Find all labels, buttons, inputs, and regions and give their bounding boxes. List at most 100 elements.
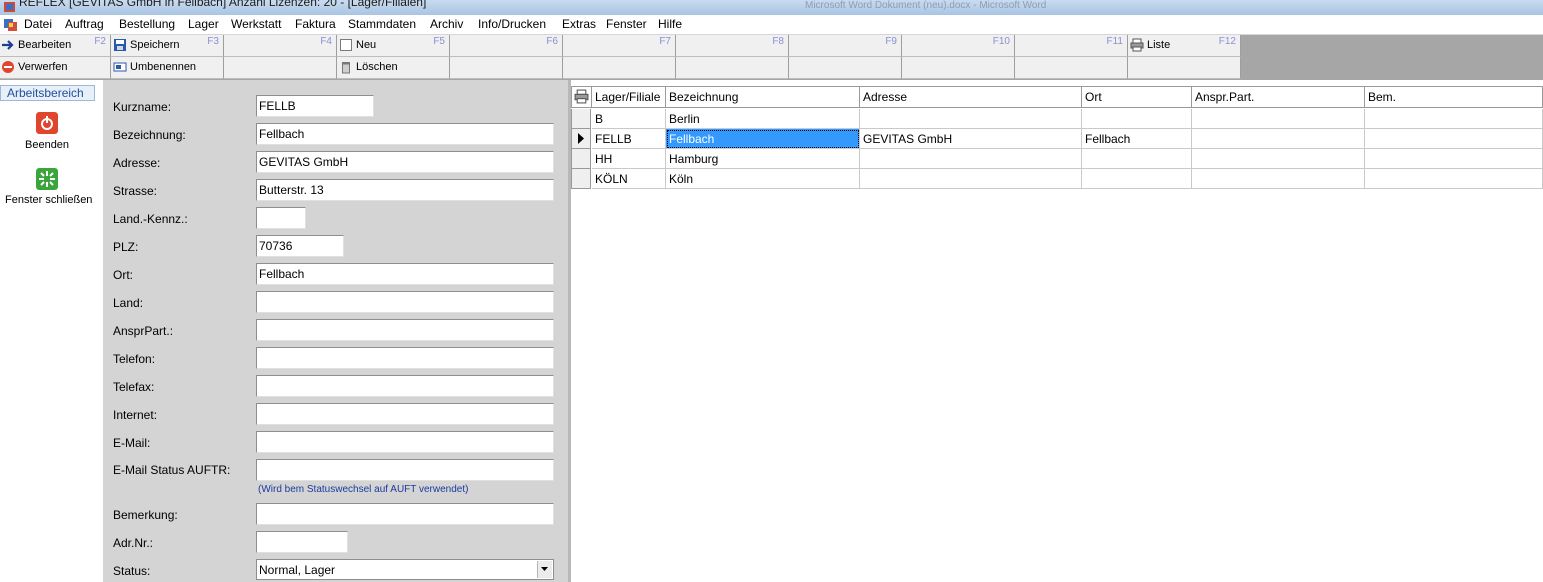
toolbar-empty-cell[interactable]: [676, 57, 789, 79]
f8-button[interactable]: F8: [676, 35, 789, 57]
neu-button[interactable]: Neu F5: [337, 35, 450, 57]
table-row-cell[interactable]: [860, 109, 1082, 129]
strasse-input[interactable]: [256, 179, 554, 201]
anspr-part-input[interactable]: [256, 319, 554, 341]
bemerkung-input[interactable]: [256, 503, 554, 525]
kurzname-input[interactable]: [256, 95, 374, 117]
table-row-cell[interactable]: B: [592, 109, 666, 129]
table-row-cell[interactable]: [860, 149, 1082, 169]
land-input[interactable]: [256, 291, 554, 313]
table-row-cell[interactable]: [1082, 109, 1192, 129]
f10-button[interactable]: F10: [902, 35, 1015, 57]
column-header-adresse[interactable]: Adresse: [860, 86, 1082, 108]
f7-button[interactable]: F7: [563, 35, 676, 57]
table-row-cell[interactable]: FELLB: [592, 129, 666, 149]
toolbar-empty-cell[interactable]: [563, 57, 676, 79]
adr-nr-input[interactable]: [256, 531, 348, 553]
table-row-cell[interactable]: HH: [592, 149, 666, 169]
table-row-cell-selected[interactable]: Fellbach: [666, 129, 860, 149]
f6-button[interactable]: F6: [450, 35, 563, 57]
f11-button[interactable]: F11: [1015, 35, 1128, 57]
label-telefon: Telefon:: [113, 352, 156, 366]
menu-hilfe[interactable]: Hilfe: [658, 17, 682, 31]
f9-button[interactable]: F9: [789, 35, 902, 57]
detail-form: Kurzname: Bezeichnung: Adresse: Strasse:…: [103, 80, 568, 582]
label-bezeichnung: Bezeichnung:: [113, 128, 186, 142]
bearbeiten-button[interactable]: Bearbeiten F2: [0, 35, 111, 57]
table-row-cell[interactable]: KÖLN: [592, 169, 666, 189]
f4-button[interactable]: F4: [224, 35, 337, 57]
table-row-cell[interactable]: GEVITAS GmbH: [860, 129, 1082, 149]
toolbar-empty-cell[interactable]: [902, 57, 1015, 79]
app-icon: [4, 2, 15, 12]
fenster-schliessen-button[interactable]: Fenster schließen: [5, 194, 92, 206]
table-row-cell[interactable]: [1365, 109, 1543, 129]
menu-bar: Datei Auftrag Bestellung Lager Werkstatt…: [0, 15, 1543, 35]
table-row-cell[interactable]: [1192, 149, 1365, 169]
row-indicator[interactable]: [571, 169, 591, 189]
column-header-bem[interactable]: Bem.: [1365, 86, 1543, 108]
toolbar-empty-cell[interactable]: [1128, 57, 1241, 79]
table-row-cell[interactable]: [1365, 169, 1543, 189]
title-bar: REFLEX [GEVITAS GmbH in Fellbach] Anzahl…: [0, 0, 1543, 15]
column-header-lager-filiale[interactable]: Lager/Filiale: [592, 86, 666, 108]
menu-bestellung[interactable]: Bestellung: [119, 17, 175, 31]
menu-auftrag[interactable]: Auftrag: [65, 17, 104, 31]
land-kennz-input[interactable]: [256, 207, 306, 229]
toolbar-empty-cell[interactable]: [1015, 57, 1128, 79]
speichern-button[interactable]: Speichern F3: [111, 35, 224, 57]
menu-lager[interactable]: Lager: [188, 17, 219, 31]
liste-button[interactable]: Liste F12: [1128, 35, 1241, 57]
new-document-icon: [340, 39, 352, 51]
loeschen-button[interactable]: Löschen: [337, 57, 450, 79]
toolbar-empty-cell[interactable]: [789, 57, 902, 79]
column-header-bezeichnung[interactable]: Bezeichnung: [666, 86, 860, 108]
menu-extras[interactable]: Extras: [562, 17, 596, 31]
table-row-cell[interactable]: [1365, 129, 1543, 149]
plz-input[interactable]: [256, 235, 344, 257]
close-window-icon[interactable]: [36, 168, 58, 190]
table-row-cell[interactable]: [1192, 169, 1365, 189]
table-row-cell[interactable]: Hamburg: [666, 149, 860, 169]
email-status-input[interactable]: [256, 459, 554, 481]
bezeichnung-input[interactable]: [256, 123, 554, 145]
umbenennen-button[interactable]: Umbenennen: [111, 57, 224, 79]
telefon-input[interactable]: [256, 347, 554, 369]
column-header-ort[interactable]: Ort: [1082, 86, 1192, 108]
telefax-input[interactable]: [256, 375, 554, 397]
menu-archiv[interactable]: Archiv: [430, 17, 463, 31]
email-input[interactable]: [256, 431, 554, 453]
power-icon[interactable]: [36, 112, 58, 134]
table-row-cell[interactable]: [1192, 109, 1365, 129]
toolbar-empty-cell[interactable]: [224, 57, 337, 79]
menu-faktura[interactable]: Faktura: [295, 17, 336, 31]
column-header-anspr-part[interactable]: Anspr.Part.: [1192, 86, 1365, 108]
dropdown-arrow[interactable]: [537, 561, 552, 578]
table-row-cell[interactable]: Köln: [666, 169, 860, 189]
row-indicator[interactable]: [571, 129, 591, 149]
beenden-button[interactable]: Beenden: [25, 139, 69, 151]
row-indicator[interactable]: [571, 109, 591, 129]
verwerfen-button[interactable]: Verwerfen: [0, 57, 111, 79]
menu-info-drucken[interactable]: Info/Drucken: [478, 17, 546, 31]
table-row-cell[interactable]: [860, 169, 1082, 189]
table-row-cell[interactable]: Berlin: [666, 109, 860, 129]
internet-input[interactable]: [256, 403, 554, 425]
table-row-cell[interactable]: [1365, 149, 1543, 169]
toolbar-empty-cell[interactable]: [450, 57, 563, 79]
app-menu-icon[interactable]: [3, 17, 18, 32]
row-indicator[interactable]: [571, 149, 591, 169]
adresse-input[interactable]: [256, 151, 554, 173]
table-row-cell[interactable]: [1192, 129, 1365, 149]
table-row-cell[interactable]: [1082, 169, 1192, 189]
menu-werkstatt[interactable]: Werkstatt: [231, 17, 281, 31]
menu-stammdaten[interactable]: Stammdaten: [348, 17, 416, 31]
table-row-cell[interactable]: Fellbach: [1082, 129, 1192, 149]
ort-input[interactable]: [256, 263, 554, 285]
menu-datei[interactable]: Datei: [24, 17, 52, 31]
grid-print-button[interactable]: [571, 86, 592, 108]
menu-fenster[interactable]: Fenster: [606, 17, 647, 31]
status-select[interactable]: Normal, Lager: [256, 559, 554, 580]
tab-arbeitsbereich[interactable]: Arbeitsbereich: [0, 85, 95, 101]
table-row-cell[interactable]: [1082, 149, 1192, 169]
